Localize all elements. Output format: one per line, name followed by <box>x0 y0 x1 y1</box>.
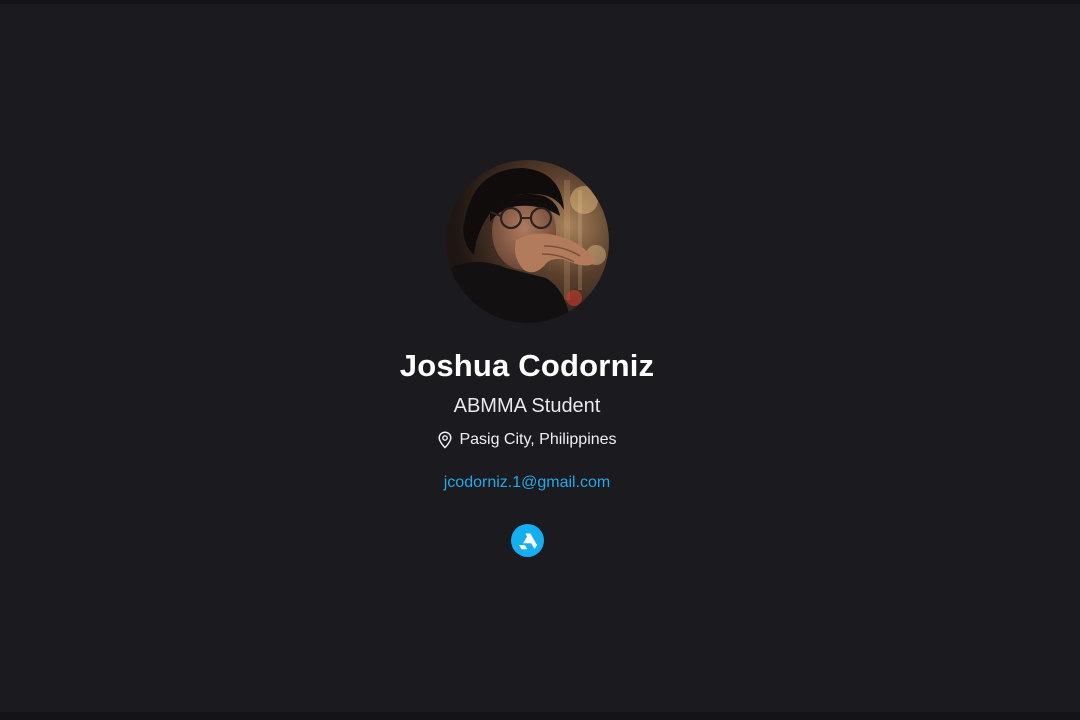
avatar-photo <box>446 160 609 323</box>
avatar <box>446 160 609 323</box>
map-pin-icon <box>437 431 453 449</box>
email-link[interactable]: jcodorniz.1@gmail.com <box>444 474 611 491</box>
profile-role: ABMMA Student <box>453 395 601 417</box>
artstation-icon <box>518 533 537 549</box>
bottom-edge <box>0 712 1080 720</box>
profile-name: Joshua Codorniz <box>399 348 655 383</box>
profile-card: Joshua Codorniz ABMMA Student Pasig City… <box>0 0 1080 720</box>
location-text: Pasig City, Philippines <box>459 431 617 448</box>
profile-location: Pasig City, Philippines <box>0 429 1054 451</box>
artstation-link[interactable] <box>511 524 544 557</box>
profile-email: jcodorniz.1@gmail.com <box>0 472 1054 494</box>
